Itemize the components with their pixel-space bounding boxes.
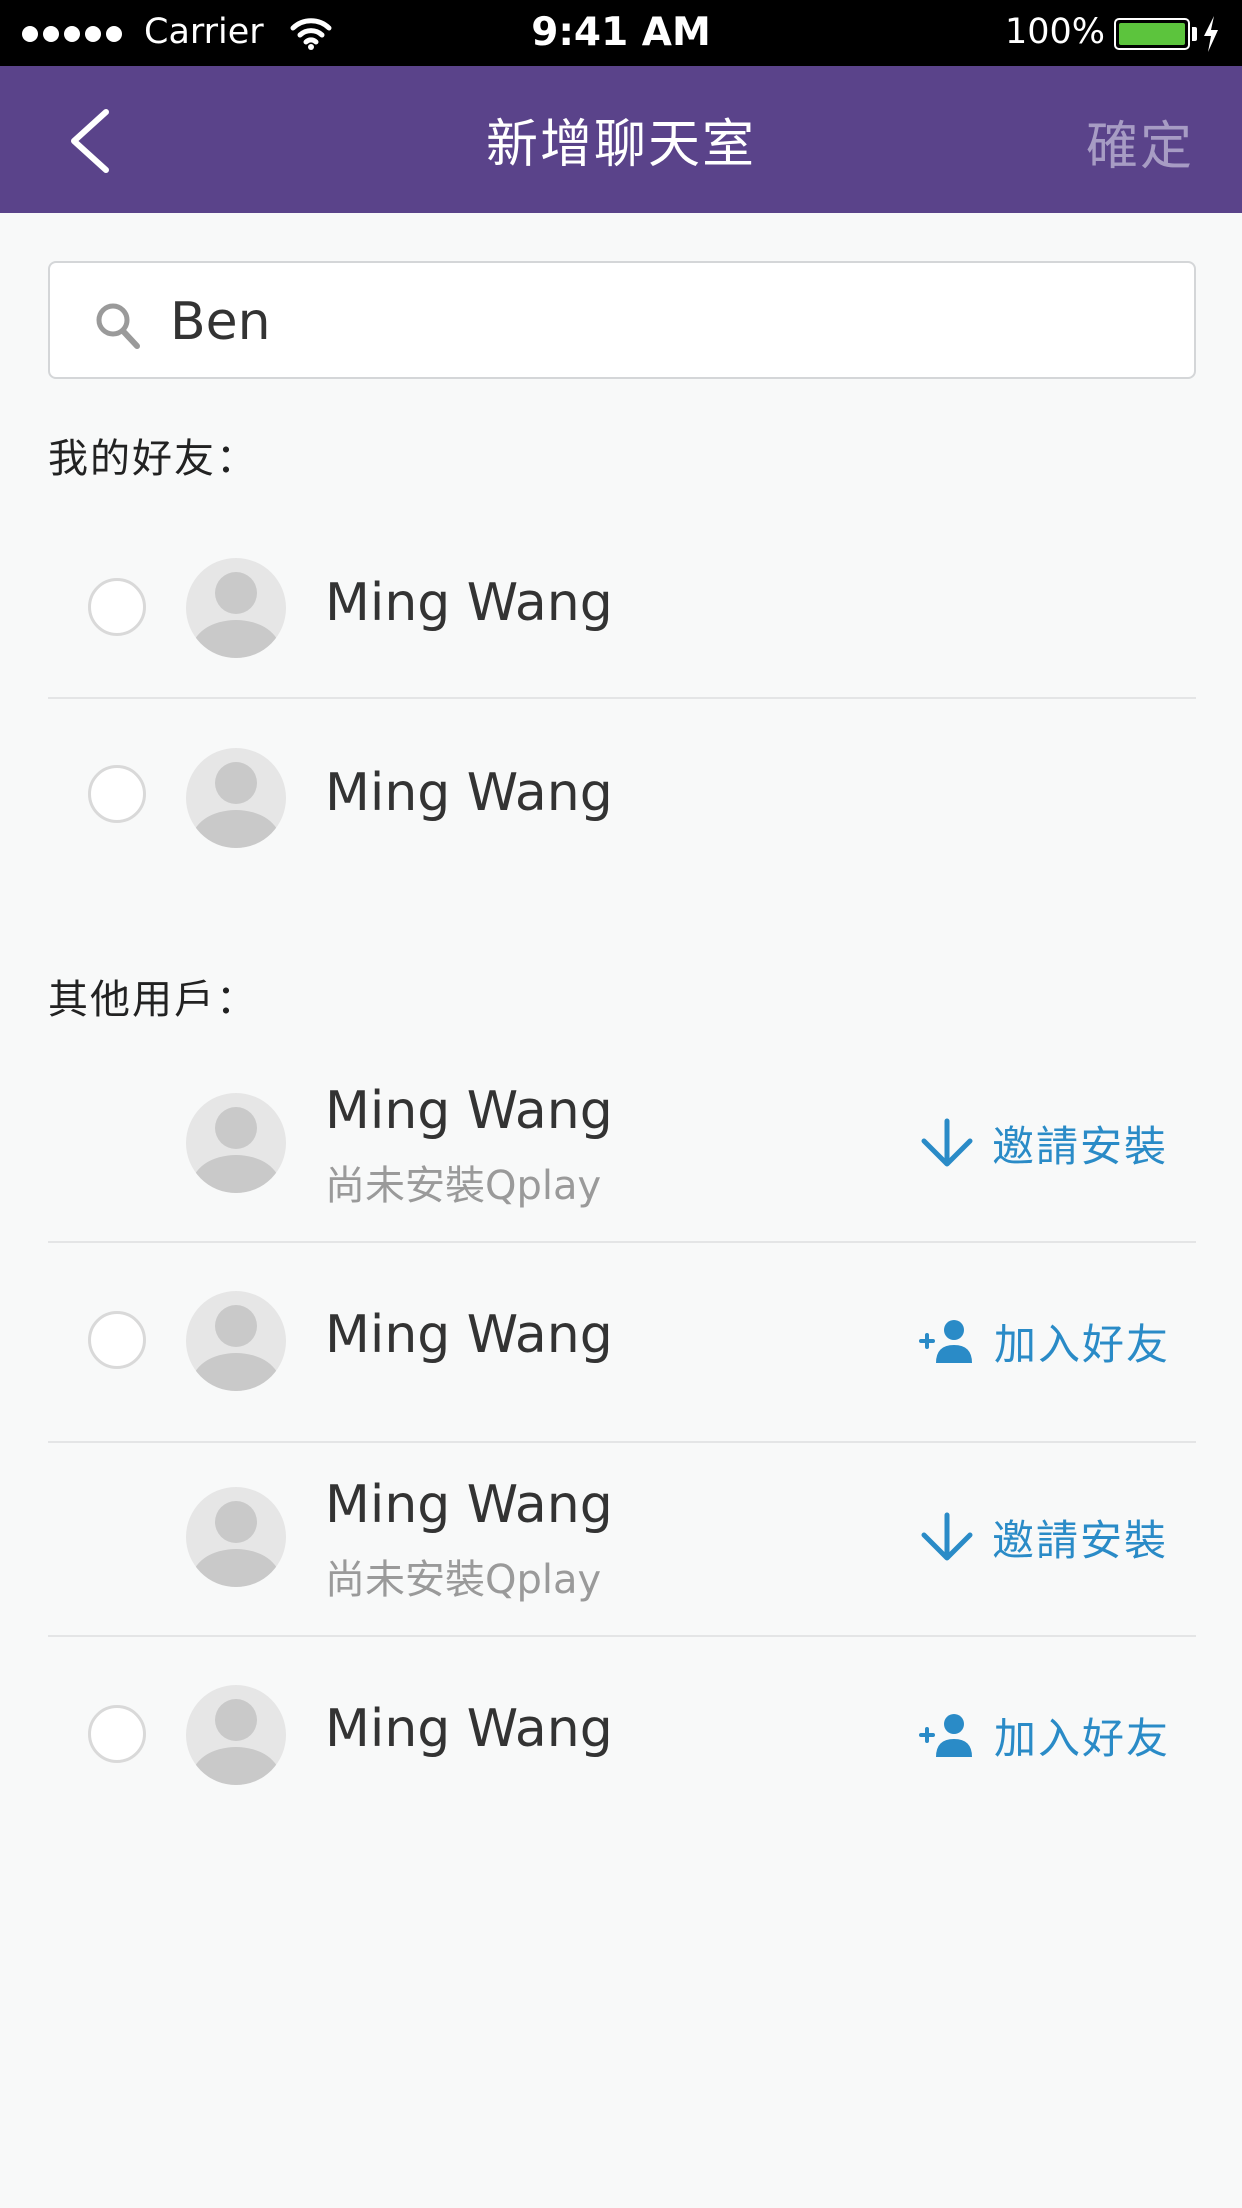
contact-name: Ming Wang [325,1305,613,1365]
add-friend-button[interactable]: 加入好友 [918,1705,1170,1765]
add-friend-label: 加入好友 [994,1713,1171,1763]
search-icon [96,303,140,349]
charging-bolt-icon [1204,16,1218,52]
invite-install-label: 邀請安裝 [992,1515,1169,1565]
others-section-label: 其他用戶： [48,977,258,1023]
friend-row[interactable]: Ming Wang [0,507,1242,697]
confirm-button[interactable]: 確定 [1086,104,1194,179]
contact-name: Ming Wang [325,573,613,633]
friends-list: Ming Wang Ming Wang [0,507,1242,892]
contact-name: Ming Wang [325,763,613,823]
contact-name: Ming Wang [325,1081,613,1141]
add-person-icon [919,1714,972,1757]
other-user-row[interactable]: Ming Wang 加入好友 [0,1243,1242,1443]
add-person-icon [919,1320,972,1363]
invite-install-label: 邀請安裝 [992,1121,1169,1171]
nav-bar: 新增聊天室 確定 [0,66,1242,213]
invite-install-button[interactable]: 邀請安裝 [918,1507,1168,1567]
search-box[interactable] [48,261,1196,379]
not-installed-note: 尚未安裝Qplay [325,1557,602,1603]
page-title: 新增聊天室 [485,115,756,175]
search-input[interactable] [170,287,1130,357]
other-user-row: Ming Wang 尚未安裝Qplay 邀請安裝 [0,1049,1242,1241]
avatar-placeholder-icon [186,1093,286,1193]
select-radio[interactable] [88,1705,146,1763]
avatar-placeholder-icon [186,1291,286,1391]
download-arrow-icon [921,1512,973,1561]
avatar-placeholder-icon [186,1487,286,1587]
contact-name: Ming Wang [325,1475,613,1535]
friends-section-label: 我的好友： [48,436,258,482]
battery-nub [1192,27,1197,41]
other-user-row: Ming Wang 尚未安裝Qplay 邀請安裝 [0,1443,1242,1635]
battery-percent: 100% [1005,12,1106,52]
avatar-placeholder-icon [186,1685,286,1785]
avatar-placeholder-icon [186,748,286,848]
add-friend-label: 加入好友 [994,1319,1171,1369]
invite-install-button[interactable]: 邀請安裝 [918,1113,1168,1173]
others-list: Ming Wang 尚未安裝Qplay 邀請安裝 Ming Wang 加入好友 [0,1049,1242,1835]
contact-name: Ming Wang [325,1699,613,1759]
battery-icon [1114,18,1190,50]
status-bar: Carrier 9:41 AM 100% [0,0,1242,66]
download-arrow-icon [921,1118,973,1167]
select-radio[interactable] [88,578,146,636]
select-radio[interactable] [88,1311,146,1369]
friend-row[interactable]: Ming Wang [0,699,1242,889]
add-friend-button[interactable]: 加入好友 [918,1311,1170,1371]
not-installed-note: 尚未安裝Qplay [325,1163,602,1209]
avatar-placeholder-icon [186,558,286,658]
select-radio[interactable] [88,765,146,823]
other-user-row[interactable]: Ming Wang 加入好友 [0,1637,1242,1835]
